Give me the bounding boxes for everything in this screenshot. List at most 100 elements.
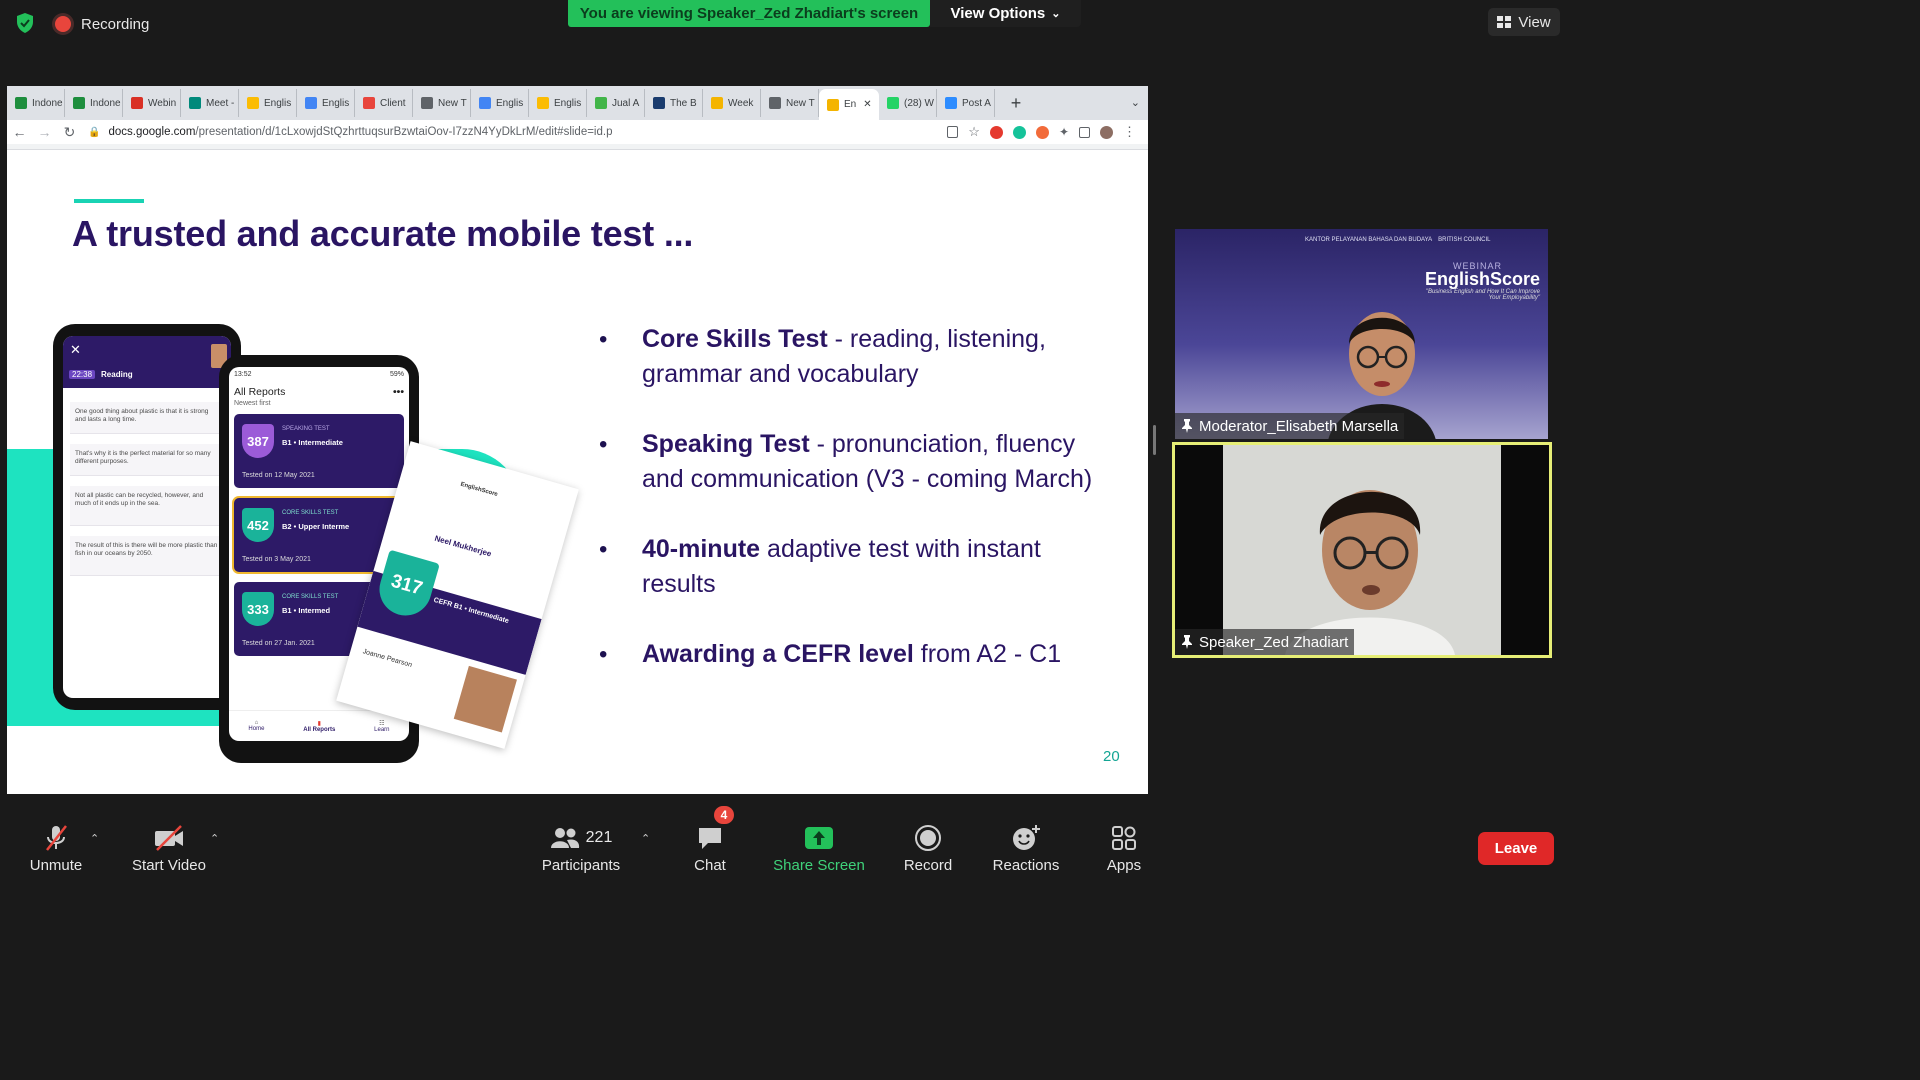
- browser-tab[interactable]: Indone: [65, 89, 123, 117]
- security-shield-icon[interactable]: [13, 11, 37, 35]
- bookmark-star-icon[interactable]: ☆: [968, 124, 980, 140]
- browser-tab[interactable]: Englis: [297, 89, 355, 117]
- leave-button[interactable]: Leave: [1478, 832, 1554, 865]
- forward-arrow-icon[interactable]: →: [32, 124, 57, 140]
- record-dot-icon: [55, 16, 71, 32]
- browser-tab[interactable]: Post A: [937, 89, 995, 117]
- google-sheets-icon: [73, 97, 85, 109]
- extension-red-icon[interactable]: [989, 125, 1003, 139]
- nav-label: Home: [248, 726, 265, 732]
- recording-indicator[interactable]: Recording: [55, 14, 149, 34]
- google-sheets-icon: [15, 97, 27, 109]
- tokopedia-icon: [595, 97, 607, 109]
- tab-label: (28) W: [904, 97, 934, 109]
- browser-tab[interactable]: Client: [355, 89, 413, 117]
- browser-tab[interactable]: Englis: [471, 89, 529, 117]
- start-video-button[interactable]: Start Video: [119, 822, 219, 874]
- grammarly-icon[interactable]: [1012, 125, 1026, 139]
- puzzle-extensions-icon[interactable]: ✦: [1059, 125, 1069, 139]
- browser-tab[interactable]: Meet -: [181, 89, 239, 117]
- reload-icon[interactable]: ↻: [57, 124, 82, 141]
- bullet-item: Awarding a CEFR level from A2 - C1: [599, 637, 1099, 672]
- share-icon[interactable]: [947, 126, 959, 138]
- tab-label: The B: [670, 97, 697, 109]
- status-battery: 59%: [389, 371, 404, 378]
- record-button[interactable]: Record: [878, 822, 978, 874]
- reading-header: ✕ 22:38 Reading: [63, 336, 231, 388]
- browser-tab[interactable]: New T: [761, 89, 819, 117]
- reactions-button[interactable]: Reactions: [976, 822, 1076, 874]
- tab-label: Englis: [322, 97, 350, 109]
- view-label: View: [1518, 13, 1551, 31]
- extension-orange-icon[interactable]: [1035, 125, 1049, 139]
- side-panel-icon[interactable]: [1079, 126, 1090, 138]
- report-card: 387 SPEAKING TEST B1 • Intermediate Test…: [234, 414, 404, 488]
- list-item: Not all plastic can be recycled, however…: [70, 486, 224, 526]
- browser-tab[interactable]: Indone: [7, 89, 65, 117]
- apps-label: Apps: [1106, 857, 1142, 874]
- reports-title: All Reports: [234, 386, 286, 398]
- address-bar[interactable]: 🔒 docs.google.com/presentation/d/1cLxowj…: [88, 126, 898, 138]
- browser-menu-icon[interactable]: ⋮: [1123, 124, 1136, 140]
- report-type: SPEAKING TEST: [282, 426, 330, 432]
- panel-resize-handle[interactable]: [1153, 425, 1156, 455]
- close-tab-icon[interactable]: ✕: [863, 99, 871, 110]
- browser-tab[interactable]: (28) W: [879, 89, 937, 117]
- audio-options-chevron-icon[interactable]: ⌃: [90, 832, 99, 845]
- phone-screen: ✕ 22:38 Reading One good thing about pla…: [63, 336, 231, 698]
- bullet-bold: Core Skills Test: [642, 325, 828, 353]
- browser-tab[interactable]: Englis: [529, 89, 587, 117]
- unmute-button[interactable]: Unmute: [6, 822, 106, 874]
- backdrop-tagline: "Business English and How It Can Improve…: [1425, 289, 1540, 301]
- report-date: Tested on 12 May 2021: [242, 472, 315, 479]
- list-item: One good thing about plastic is that it …: [70, 402, 224, 434]
- view-button[interactable]: View: [1488, 8, 1560, 36]
- browser-tab[interactable]: Englis: [239, 89, 297, 117]
- record-icon: [915, 825, 941, 851]
- grid-view-icon: [1497, 16, 1512, 28]
- more-dots-icon: •••: [392, 386, 404, 398]
- whatsapp-icon: [887, 97, 899, 109]
- google-slides-icon: [711, 97, 723, 109]
- bullet-bold: Awarding a CEFR level: [642, 640, 914, 668]
- browser-tab[interactable]: The B: [645, 89, 703, 117]
- google-calendar-icon: [479, 97, 491, 109]
- tab-label: Englis: [264, 97, 292, 109]
- tab-search-chevron-icon[interactable]: ⌄: [1131, 96, 1140, 109]
- book-icon: ☷: [379, 720, 385, 727]
- recording-label: Recording: [81, 15, 150, 33]
- participants-options-chevron-icon[interactable]: ⌃: [641, 832, 650, 845]
- browser-tab[interactable]: En ✕: [819, 89, 879, 120]
- browser-tab[interactable]: New T: [413, 89, 471, 117]
- google-calendar-icon: [305, 97, 317, 109]
- generic-page-icon: [769, 97, 781, 109]
- view-options-button[interactable]: View Options ⌄: [930, 0, 1081, 27]
- chat-button[interactable]: Chat: [660, 822, 760, 874]
- backdrop-logo-left: KANTOR PELAYANAN BAHASA DAN BUDAYA: [1305, 237, 1433, 243]
- browser-tab[interactable]: Week: [703, 89, 761, 117]
- slide-title: A trusted and accurate mobile test ...: [72, 213, 694, 254]
- participants-button[interactable]: 221 Participants: [531, 822, 631, 874]
- profile-avatar-icon[interactable]: [1100, 125, 1113, 139]
- start-video-label: Start Video: [132, 857, 206, 874]
- status-bar: 13:52 59%: [229, 367, 409, 382]
- reports-subtitle: Newest first: [234, 400, 271, 407]
- browser-tab[interactable]: Webin: [123, 89, 181, 117]
- back-arrow-icon[interactable]: ←: [7, 124, 32, 140]
- nav-label: All Reports: [303, 726, 336, 733]
- video-options-chevron-icon[interactable]: ⌃: [210, 832, 219, 845]
- reports-header: All Reports •••: [229, 382, 409, 398]
- video-tile-moderator[interactable]: KANTOR PELAYANAN BAHASA DAN BUDAYA BRITI…: [1175, 229, 1548, 439]
- unmute-label: Unmute: [29, 857, 83, 874]
- browser-tab[interactable]: Jual A: [587, 89, 645, 117]
- bar-chart-icon: ▮: [317, 720, 321, 727]
- pin-icon: [1182, 419, 1192, 433]
- share-screen-button[interactable]: Share Screen: [769, 822, 869, 874]
- reactions-label: Reactions: [992, 857, 1060, 874]
- new-tab-icon[interactable]: +: [1001, 89, 1031, 117]
- apps-button[interactable]: Apps: [1074, 822, 1174, 874]
- bullet-item: Core Skills Test - reading, listening, g…: [599, 322, 1099, 392]
- browser-tabstrip: Indone Indone Webin Meet - Englis Englis Clien…: [7, 86, 1148, 120]
- video-tile-speaker[interactable]: Speaker_Zed Zhadiart: [1172, 442, 1552, 658]
- tab-label: Meet -: [206, 97, 235, 109]
